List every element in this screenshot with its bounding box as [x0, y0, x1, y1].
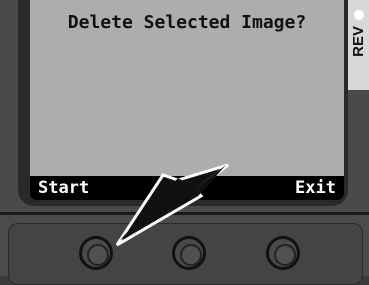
pointer-arrow-icon — [115, 163, 229, 247]
